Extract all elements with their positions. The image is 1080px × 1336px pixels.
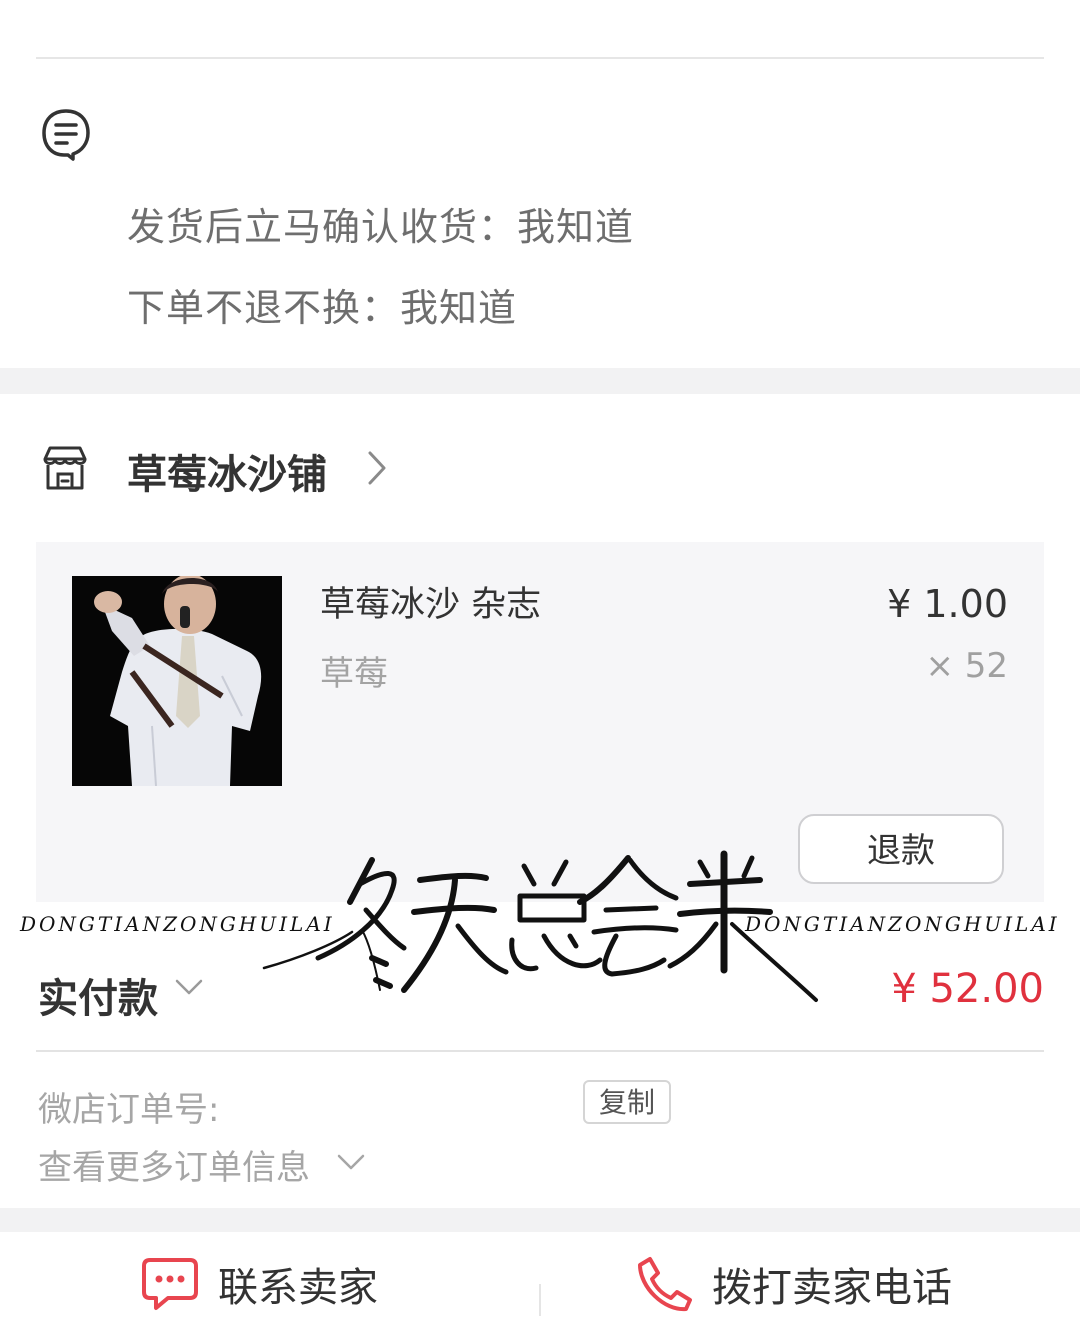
order-notes-card: 发货后立马确认收货：我知道 下单不退不换：我知道 bbox=[0, 0, 1080, 368]
chevron-right-icon[interactable] bbox=[366, 450, 388, 486]
item-variant: 草莓 bbox=[320, 654, 388, 694]
contact-seller-label: 联系卖家 bbox=[218, 1265, 378, 1311]
order-item[interactable]: 草莓冰沙 杂志 草莓 ¥ 1.00 × 52 退款 bbox=[36, 542, 1044, 902]
call-seller-label: 拨打卖家电话 bbox=[712, 1265, 952, 1311]
action-separator bbox=[539, 1284, 541, 1316]
paid-amount-label[interactable]: 实付款 bbox=[38, 966, 158, 1024]
note-no-returns: 下单不退不换：我知道 bbox=[127, 286, 518, 330]
more-order-info-link[interactable]: 查看更多订单信息 bbox=[38, 1140, 310, 1189]
item-quantity: × 52 bbox=[925, 646, 1008, 686]
copy-button[interactable]: 复制 bbox=[583, 1080, 671, 1124]
chevron-down-icon[interactable] bbox=[174, 977, 204, 997]
top-divider bbox=[36, 57, 1044, 59]
call-seller-button[interactable]: 拨打卖家电话 bbox=[636, 1232, 952, 1336]
item-title[interactable]: 草莓冰沙 杂志 bbox=[320, 576, 541, 627]
item-price: ¥ 1.00 bbox=[887, 582, 1008, 626]
section-divider bbox=[36, 1050, 1044, 1052]
memo-icon bbox=[42, 109, 90, 161]
store-icon bbox=[43, 446, 87, 490]
order-card: 草莓冰沙铺 草莓冰沙 杂志 草莓 ¥ 1.00 × 52 退款 实付款 ¥ 52… bbox=[0, 394, 1080, 1208]
phone-icon bbox=[638, 1257, 692, 1312]
contact-seller-button[interactable]: 联系卖家 bbox=[140, 1232, 378, 1336]
paid-amount-value: ¥ 52.00 bbox=[891, 966, 1044, 1012]
note-confirm-receipt: 发货后立马确认收货：我知道 bbox=[127, 205, 635, 249]
watermark-latin-right: DONGTIANZONGHUILAI bbox=[745, 912, 1060, 936]
chevron-down-icon[interactable] bbox=[336, 1152, 366, 1172]
bottom-action-bar: 联系卖家 拨打卖家电话 bbox=[0, 1232, 1080, 1336]
chat-bubble-icon bbox=[142, 1258, 198, 1310]
store-name[interactable]: 草莓冰沙铺 bbox=[127, 442, 327, 500]
refund-button[interactable]: 退款 bbox=[798, 814, 1004, 884]
product-thumbnail[interactable] bbox=[72, 576, 282, 786]
order-number-label: 微店订单号: bbox=[38, 1090, 220, 1130]
watermark-latin-left: DONGTIANZONGHUILAI bbox=[20, 912, 335, 936]
